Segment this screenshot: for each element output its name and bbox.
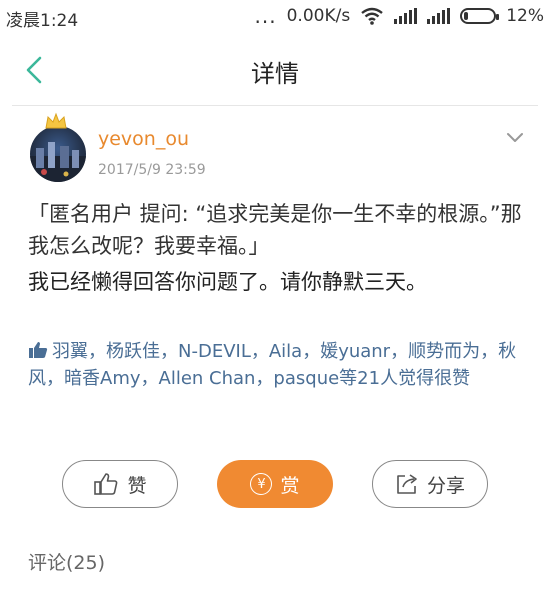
post-content: 「匿名用户 提问: “追求完美是你一生不幸的根源。”那我怎么改呢？我要幸福。」 …: [28, 198, 528, 298]
status-dots: ...: [254, 4, 277, 28]
battery-icon: [460, 8, 500, 24]
chevron-down-icon[interactable]: [504, 126, 526, 148]
wifi-icon: [361, 7, 383, 25]
yen-icon: ¥: [250, 473, 273, 495]
avatar-image: [30, 142, 86, 182]
status-bar: 凌晨1:24 ... 0.00K/s 12%: [0, 0, 550, 34]
nav-bar: 详情: [0, 34, 550, 106]
likes-text: 羽翼，杨跃佳，N-DEVIL，Aila，媛yuanr，顺势而为，秋风，暗香Amy…: [28, 341, 517, 389]
thumbs-up-icon: [94, 473, 118, 495]
comments-count[interactable]: 评论(25): [28, 548, 105, 575]
network-speed: 0.00K/s: [286, 6, 351, 26]
page-title: 详情: [251, 60, 299, 88]
reward-label: 赏: [280, 474, 300, 497]
quoted-question: 「匿名用户 提问: “追求完美是你一生不幸的根源。”那我怎么改呢？我要幸福。」: [28, 202, 522, 258]
thumbs-up-icon: [29, 342, 48, 358]
header-divider: [12, 105, 538, 106]
status-time: 凌晨1:24: [6, 11, 79, 31]
reward-button[interactable]: ¥ 赏: [217, 460, 333, 508]
likes-list[interactable]: 羽翼，杨跃佳，N-DEVIL，Aila，媛yuanr，顺势而为，秋风，暗香Amy…: [28, 338, 528, 392]
post-timestamp: 2017/5/9 23:59: [98, 162, 206, 178]
share-icon: [397, 474, 417, 494]
status-indicators: ... 0.00K/s 12%: [255, 6, 544, 26]
like-button[interactable]: 赞: [62, 460, 178, 508]
signal-icon: [427, 8, 451, 24]
battery-fill: [464, 12, 468, 20]
like-label: 赞: [127, 474, 147, 497]
share-label: 分享: [426, 474, 465, 497]
answer-text: 我已经懒得回答你问题了。请你静默三天。: [28, 270, 427, 294]
battery-percent: 12%: [506, 6, 544, 26]
username[interactable]: yevon_ou: [98, 128, 189, 150]
signal-icon: [394, 8, 418, 24]
share-button[interactable]: 分享: [372, 460, 488, 508]
avatar[interactable]: [30, 126, 86, 182]
crown-icon: [45, 112, 67, 129]
